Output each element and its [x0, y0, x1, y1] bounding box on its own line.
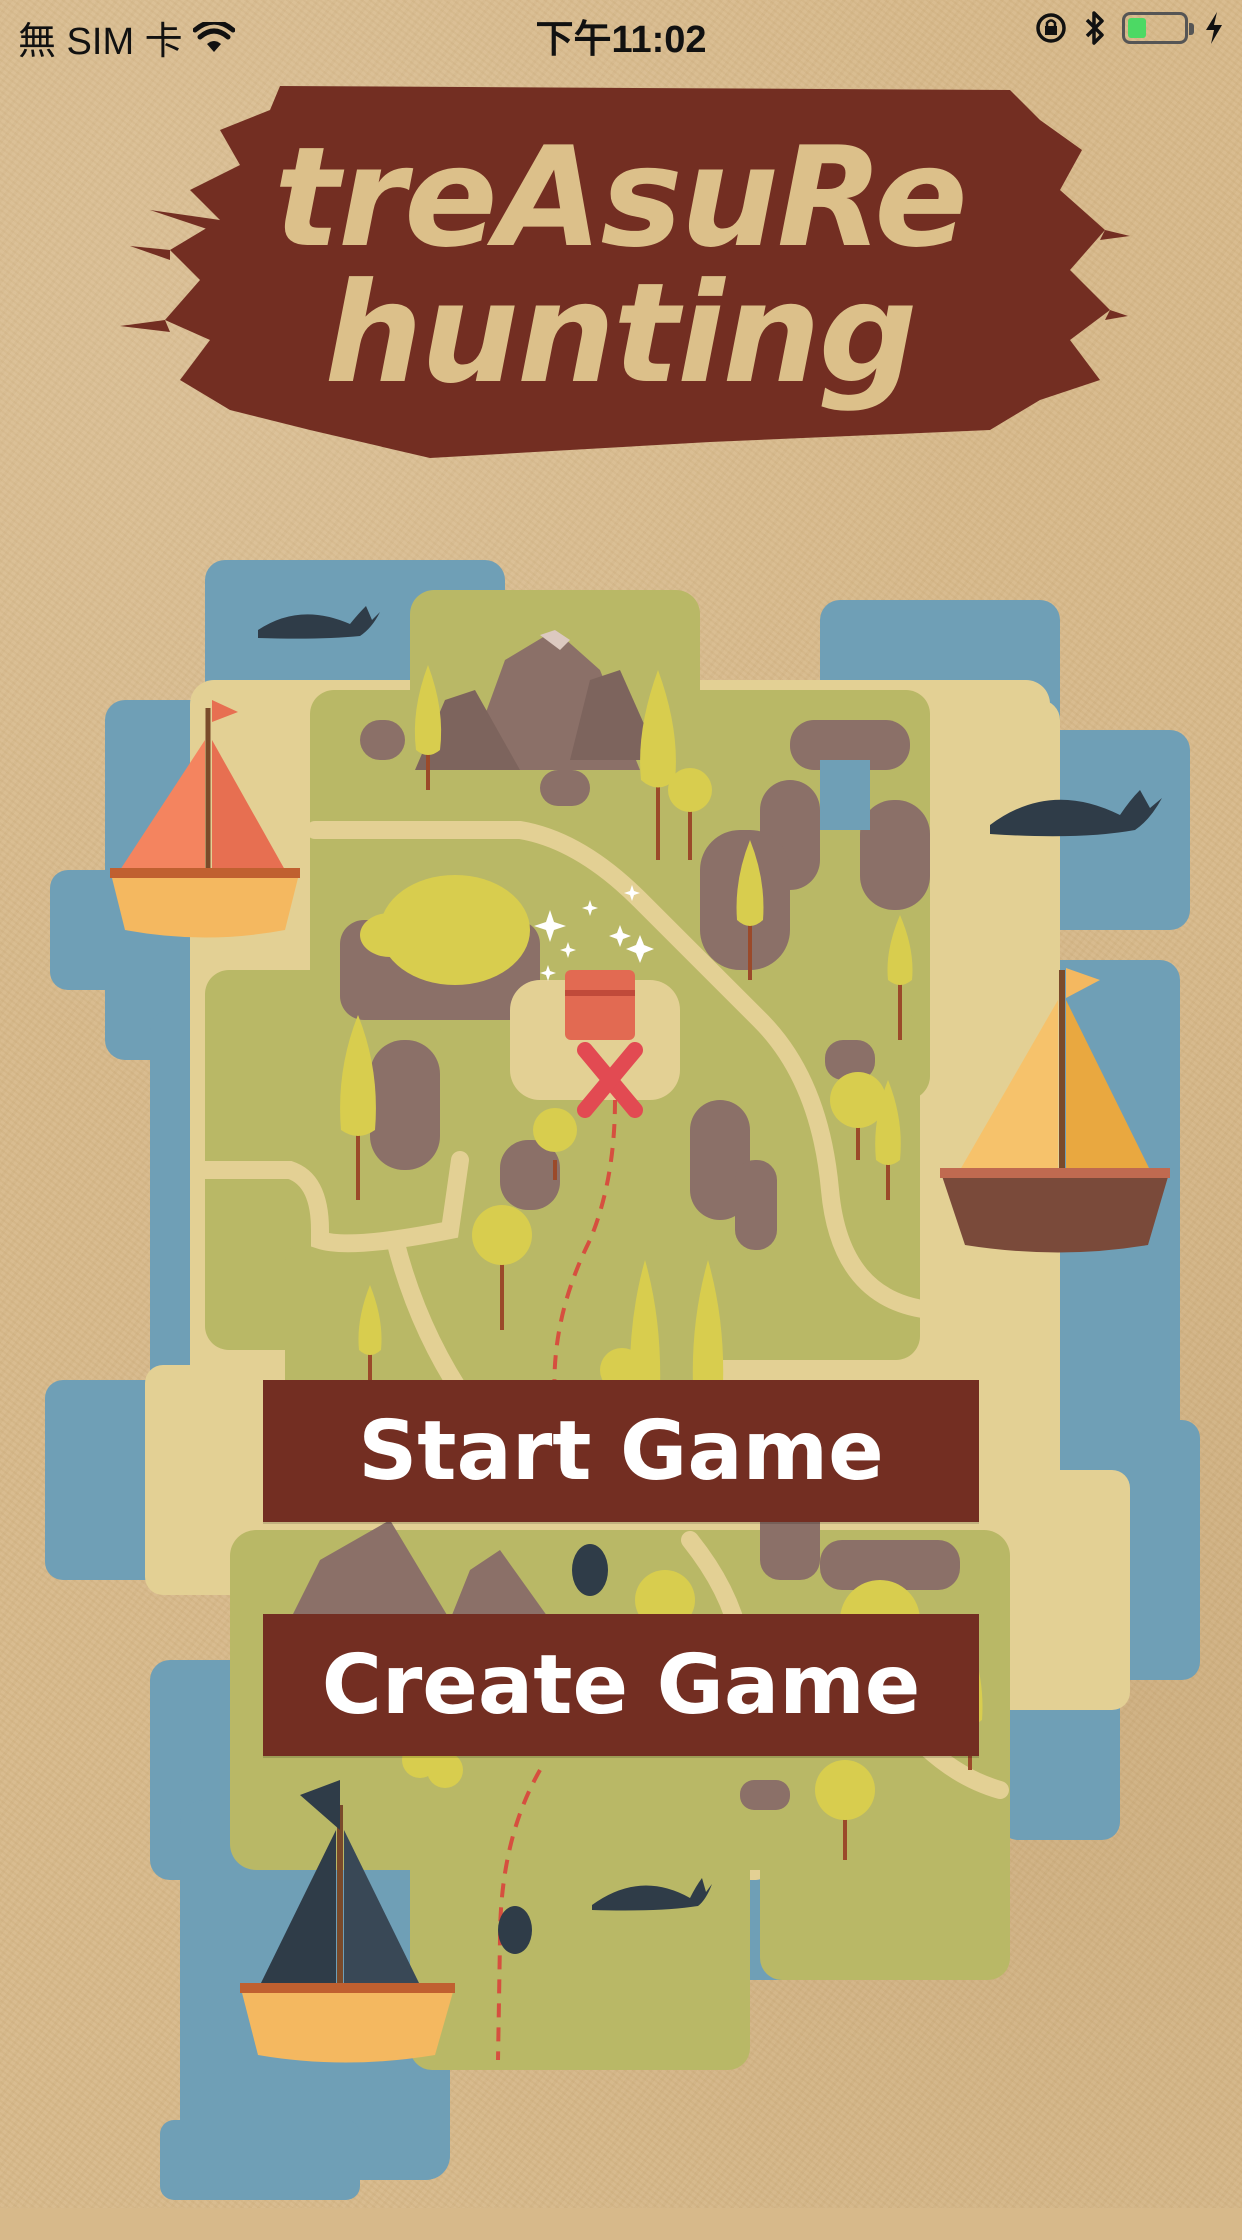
charging-icon — [1206, 12, 1222, 44]
start-game-button[interactable]: Start Game — [263, 1380, 979, 1522]
battery-icon — [1122, 12, 1194, 44]
title-line-1: treAsuRe — [274, 117, 968, 278]
orientation-lock-icon — [1036, 13, 1066, 43]
treasure-chest — [510, 970, 680, 1100]
status-right — [1034, 10, 1224, 46]
title-line-2: hunting — [324, 253, 917, 414]
status-bar: 無 SIM 卡 下午11:02 — [0, 0, 1242, 63]
bluetooth-icon — [1085, 11, 1104, 45]
battery-level — [1128, 18, 1146, 38]
title-banner: treAsuRe hunting — [110, 80, 1130, 470]
create-game-button[interactable]: Create Game — [263, 1614, 979, 1756]
game-title: treAsuRe hunting — [110, 117, 1130, 414]
waterfall — [820, 760, 870, 830]
